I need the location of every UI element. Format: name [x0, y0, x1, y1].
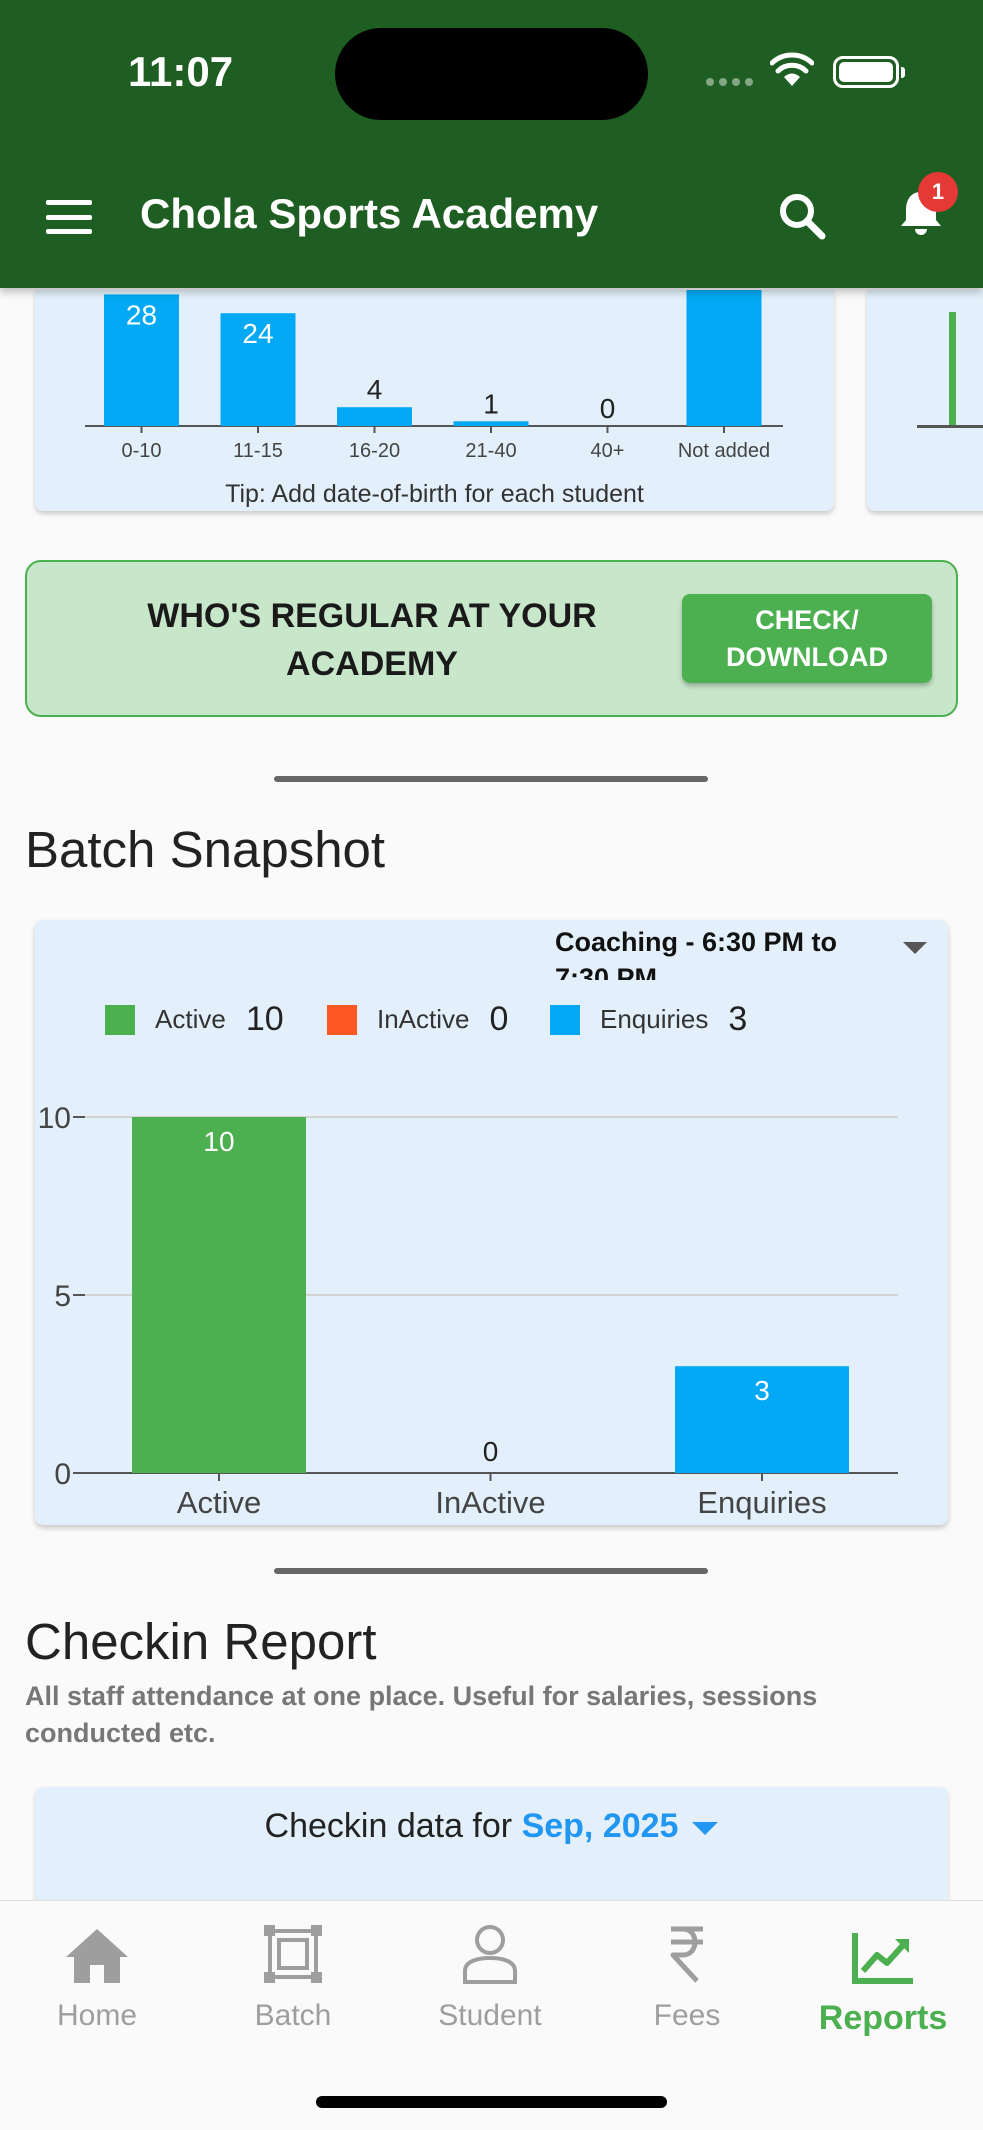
y-tick-label: 5 [54, 1280, 71, 1313]
dynamic-island [335, 28, 648, 120]
x-tick-label: Enquiries [697, 1485, 826, 1520]
x-tick-label: 21-40 [465, 440, 516, 462]
age-chart-tip: Tip: Add date-of-birth for each student [225, 480, 644, 508]
y-tick-label: 0 [54, 1458, 71, 1491]
nav-student[interactable]: Student [400, 1921, 580, 2033]
wifi-icon [770, 52, 814, 86]
home-icon [66, 1929, 128, 1983]
nav-label: Fees [653, 1999, 721, 2032]
checkin-subtitle: All staff attendance at one place. Usefu… [25, 1681, 818, 1748]
x-tick-label: InActive [435, 1485, 545, 1520]
x-tick-label: 11-15 [233, 440, 283, 462]
chart-trend-icon [852, 1933, 913, 1984]
bar-value-label: 28 [126, 299, 157, 330]
x-tick-label: Not added [678, 440, 770, 462]
x-tick-label: 0-10 [121, 440, 161, 462]
chart-line [949, 312, 956, 428]
search-icon[interactable] [776, 190, 828, 242]
checkin-prefix: Checkin data for [264, 1807, 513, 1845]
x-tick-label: Active [177, 1485, 261, 1520]
bar-value-label: 4 [367, 374, 383, 405]
battery-icon [833, 56, 905, 88]
bar [337, 407, 412, 426]
regular-banner-text: WHO'S REGULAR AT YOUR ACADEMY [147, 597, 597, 683]
bar-value-label: 0 [600, 393, 616, 424]
menu-button[interactable] [46, 200, 92, 234]
home-indicator [316, 2096, 667, 2108]
section-divider [274, 1568, 708, 1574]
x-tick-label: 16-20 [349, 440, 400, 462]
bar-value-label: 1 [483, 388, 499, 419]
bar-value-label: 3 [754, 1375, 770, 1406]
second-chart-card[interactable] [867, 290, 983, 511]
checkin-title: Checkin Report [25, 1613, 377, 1670]
y-tick-label: 10 [38, 1102, 71, 1135]
batch-chart: 0 5 10 10 Active 0 InActive 3 Enquiries [38, 1102, 898, 1520]
bar [686, 290, 762, 426]
nav-label: Home [56, 1999, 138, 2032]
chevron-down-icon[interactable] [692, 1821, 719, 1835]
checkin-card: Checkin data for Sep, 2025 [35, 1787, 948, 1907]
nav-fees[interactable]: Fees [597, 1921, 777, 2033]
bar-value-label: 10 [203, 1126, 234, 1157]
signal-icon [706, 78, 756, 88]
section-divider [274, 776, 708, 782]
regular-banner: WHO'S REGULAR AT YOUR ACADEMY CHECK/ DOW… [25, 560, 958, 717]
notification-badge: 1 [918, 172, 958, 212]
nav-label: Reports [818, 1999, 948, 2037]
bar [132, 1117, 306, 1473]
batch-snapshot-card: Coaching - 6:30 PM to 7:30 PM Active 10 … [35, 920, 948, 1525]
x-tick-label: 40+ [591, 440, 625, 462]
bar [453, 421, 529, 426]
nav-reports[interactable]: Reports [793, 1921, 973, 2038]
age-chart-card: 28 0-10 24 11-15 4 16-20 1 21-40 0 40+ Not added T… [35, 290, 834, 511]
nav-batch[interactable]: Batch [203, 1921, 383, 2033]
student-icon [463, 1925, 517, 1984]
nav-label: Student [438, 1999, 542, 2032]
status-time: 11:07 [128, 48, 234, 95]
rupee-icon [670, 1926, 703, 1983]
nav-home[interactable]: Home [7, 1921, 187, 2033]
batch-icon [264, 1925, 322, 1983]
checkin-month[interactable]: Sep, 2025 [522, 1807, 679, 1845]
app-header: 11:07 Chola Sports Academy 1 [0, 0, 983, 288]
checkin-month-selector[interactable]: Checkin data for Sep, 2025 [35, 1807, 948, 1846]
bar-value-label: 0 [483, 1436, 499, 1467]
nav-label: Batch [254, 1999, 332, 2032]
batch-snapshot-title: Batch Snapshot [25, 821, 386, 878]
age-chart: 28 0-10 24 11-15 4 16-20 1 21-40 0 40+ Not added [85, 290, 783, 462]
check-download-button[interactable]: CHECK/ DOWNLOAD [682, 594, 932, 683]
bar-value-label: 24 [242, 318, 273, 349]
app-title: Chola Sports Academy [140, 190, 599, 237]
chart-axis [917, 425, 983, 428]
